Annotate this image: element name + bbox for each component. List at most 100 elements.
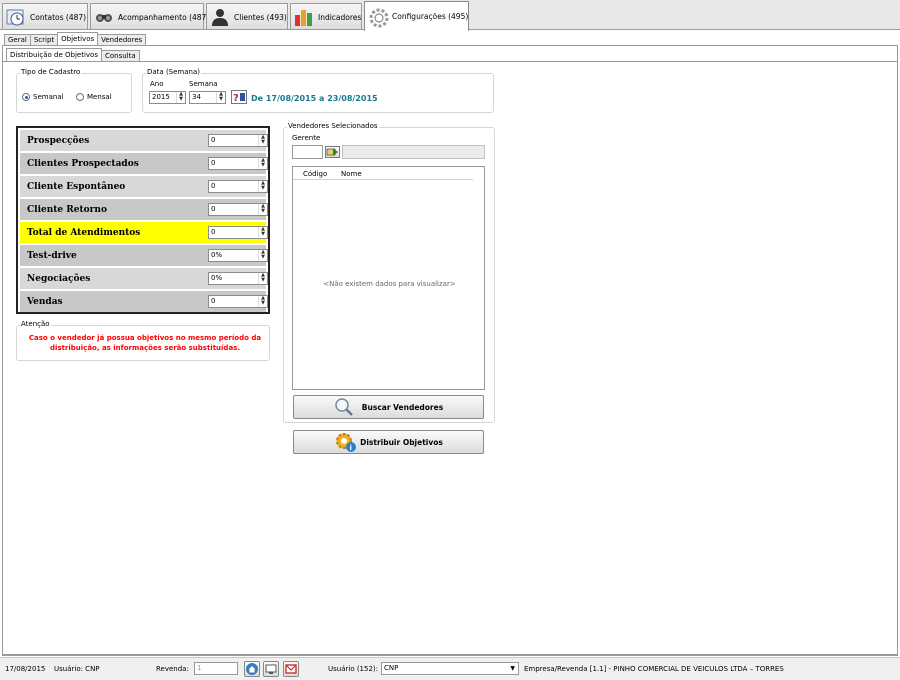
- calendar-help-icon[interactable]: ?: [231, 90, 247, 104]
- ano-spinner[interactable]: 2015 ▲ ▼: [149, 91, 186, 104]
- objetivo-row-prospeccoes: Prospecções 0 ▲ ▼: [20, 130, 268, 151]
- tab-configuracoes[interactable]: Configurações (495): [364, 1, 469, 31]
- svg-text:i: i: [350, 444, 352, 452]
- semana-spin-arrows[interactable]: ▲ ▼: [216, 92, 225, 103]
- buscar-vendedores-button[interactable]: Buscar Vendedores: [293, 395, 484, 419]
- objetivo-input-cliente-retorno[interactable]: 0 ▲ ▼: [208, 203, 268, 216]
- chevron-down-icon: ▼: [510, 665, 515, 672]
- semana-label: Semana: [189, 80, 218, 88]
- usuario-select-value: CNP: [384, 664, 399, 672]
- radio-semanal-indicator: [22, 93, 30, 101]
- objetivo-input-negociacoes[interactable]: 0% ▲ ▼: [208, 272, 268, 285]
- objetivos-table: Prospecções 0 ▲ ▼ Clientes Prospectados 0 ▲…: [16, 126, 270, 314]
- tab-clientes[interactable]: Clientes (493): [206, 3, 288, 30]
- week-range-text: De 17/08/2015 a 23/08/2015: [251, 94, 378, 103]
- usuario-select[interactable]: CNP ▼: [381, 662, 519, 675]
- col-codigo[interactable]: Código: [303, 170, 327, 178]
- usuario-label: Usuário (152):: [328, 665, 379, 673]
- spin-arrows[interactable]: ▲ ▼: [258, 135, 267, 146]
- mail-icon: [285, 664, 297, 674]
- spin-arrows[interactable]: ▲ ▼: [258, 273, 267, 284]
- main-tab-strip: Contatos (487) Acompanhamento (487) Clie…: [0, 0, 900, 31]
- vendedores-grid[interactable]: Código Nome <Não existem dados para visu…: [292, 166, 485, 390]
- status-date: 17/08/2015: [5, 665, 46, 673]
- atencao-warning-text: Caso o vendedor já possua objetivos no m…: [28, 334, 262, 352]
- distribuir-objetivos-button[interactable]: i Distribuir Objetivos: [293, 430, 484, 454]
- objetivo-label: Vendas: [27, 297, 63, 307]
- person-icon: [210, 7, 230, 27]
- mail-button[interactable]: [283, 661, 299, 677]
- col-nome[interactable]: Nome: [341, 170, 362, 178]
- objetivo-label: Prospecções: [27, 136, 90, 146]
- vendedores-grid-header: Código Nome: [293, 167, 473, 180]
- objetivo-label: Total de Atendimentos: [27, 228, 141, 238]
- radio-mensal[interactable]: Mensal: [76, 93, 112, 101]
- lookup-arrow-icon: [326, 148, 338, 156]
- objetivo-row-cliente-retorno: Cliente Retorno 0 ▲ ▼: [20, 199, 268, 220]
- tab-contatos[interactable]: Contatos (487): [2, 3, 88, 30]
- svg-text:?: ?: [233, 93, 239, 103]
- tab-indicadores[interactable]: Indicadores: [290, 3, 362, 30]
- objetivo-input-clientes-prospectados[interactable]: 0 ▲ ▼: [208, 157, 268, 170]
- objetivo-input-test-drive[interactable]: 0% ▲ ▼: [208, 249, 268, 262]
- objetivo-label: Clientes Prospectados: [27, 159, 139, 169]
- gerente-lookup-button[interactable]: [325, 146, 340, 158]
- vendedores-title: Vendedores Selecionados: [287, 122, 379, 130]
- monitor-button[interactable]: [263, 661, 279, 677]
- objetivo-label: Cliente Espontâneo: [27, 182, 126, 192]
- radio-semanal-label: Semanal: [33, 93, 64, 101]
- objetivo-row-clientes-prospectados: Clientes Prospectados 0 ▲ ▼: [20, 153, 268, 174]
- objetivo-value: 0: [211, 205, 216, 213]
- tab-clientes-label: Clientes (493): [234, 12, 287, 22]
- objetivo-value: 0: [211, 297, 216, 305]
- objetivo-input-cliente-espontaneo[interactable]: 0 ▲ ▼: [208, 180, 268, 193]
- home-icon: [246, 663, 258, 675]
- radio-mensal-label: Mensal: [87, 93, 112, 101]
- radio-semanal[interactable]: Semanal: [22, 93, 64, 101]
- radio-mensal-indicator: [76, 93, 84, 101]
- spin-arrows[interactable]: ▲ ▼: [258, 181, 267, 192]
- spin-arrows[interactable]: ▲ ▼: [258, 227, 267, 238]
- objetivo-input-prospeccoes[interactable]: 0 ▲ ▼: [208, 134, 268, 147]
- home-button[interactable]: [244, 661, 260, 677]
- distribuir-objetivos-label: Distribuir Objetivos: [360, 437, 443, 447]
- objetivo-label: Test-drive: [27, 251, 77, 261]
- gerente-code-input[interactable]: [292, 145, 323, 159]
- spin-arrows[interactable]: ▲ ▼: [258, 204, 267, 215]
- status-bar: 17/08/2015 Usuário: CNP Revenda: 1 Usuár…: [0, 657, 900, 680]
- spin-arrows[interactable]: ▲ ▼: [258, 158, 267, 169]
- objetivo-row-vendas: Vendas 0 ▲ ▼: [20, 291, 268, 312]
- tab-acompanhamento[interactable]: Acompanhamento (487): [90, 3, 209, 30]
- semana-spinner[interactable]: 34 ▲ ▼: [189, 91, 226, 104]
- ano-value: 2015: [152, 93, 170, 101]
- objetivo-value: 0: [211, 228, 216, 236]
- gear-icon: [368, 7, 389, 27]
- objetivo-value: 0%: [211, 251, 223, 259]
- gear-info-icon: i: [336, 433, 357, 452]
- tab-distribuicao-objetivos[interactable]: Distribuição de Objetivos: [6, 48, 102, 61]
- objetivo-label: Cliente Retorno: [27, 205, 107, 215]
- spin-arrows[interactable]: ▲ ▼: [258, 296, 267, 307]
- data-semana-title: Data (Semana): [146, 68, 201, 76]
- tab-configuracoes-label: Configurações (495): [392, 12, 469, 21]
- gerente-name-display: [342, 145, 485, 159]
- objetivo-value: 0: [211, 182, 216, 190]
- gerente-label: Gerente: [292, 134, 321, 142]
- objetivo-row-negociacoes: Negociações 0% ▲ ▼: [20, 268, 268, 289]
- tab-objetivos[interactable]: Objetivos: [57, 32, 99, 45]
- atencao-title: Atenção: [20, 320, 51, 328]
- objetivo-row-cliente-espontaneo: Cliente Espontâneo 0 ▲ ▼: [20, 176, 268, 197]
- clock-calendar-icon: [6, 7, 26, 27]
- empresa-revenda-text: Empresa/Revenda [1.1] - PINHO COMERCIAL …: [524, 665, 784, 673]
- tab-acompanhamento-label: Acompanhamento (487): [118, 12, 210, 22]
- objetivo-input-vendas[interactable]: 0 ▲ ▼: [208, 295, 268, 308]
- objetivo-value: 0: [211, 159, 216, 167]
- ano-label: Ano: [150, 80, 164, 88]
- objetivo-value: 0%: [211, 274, 223, 282]
- objetivo-row-test-drive: Test-drive 0% ▲ ▼: [20, 245, 268, 266]
- spin-arrows[interactable]: ▲ ▼: [258, 250, 267, 261]
- status-usuario: Usuário: CNP: [54, 665, 100, 673]
- objetivo-input-total-atendimentos[interactable]: 0 ▲ ▼: [208, 226, 268, 239]
- revenda-input[interactable]: 1: [194, 662, 238, 675]
- ano-spin-arrows[interactable]: ▲ ▼: [176, 92, 185, 103]
